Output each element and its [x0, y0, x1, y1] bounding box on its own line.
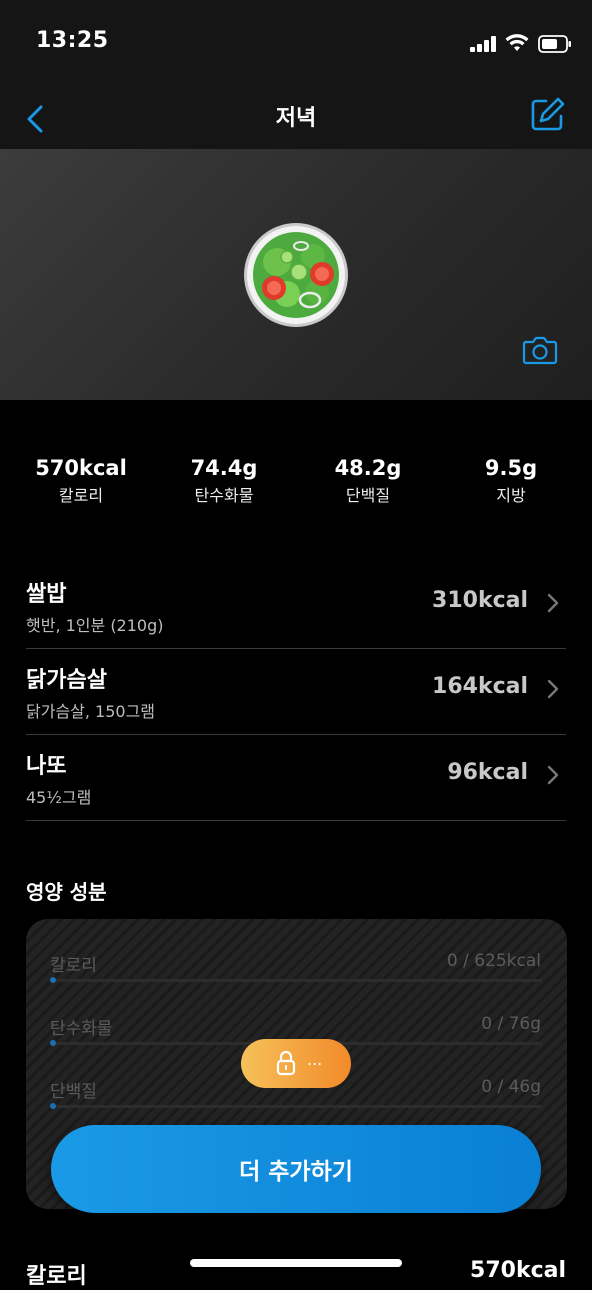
food-row-chicken-breast[interactable]: 닭가슴살 닭가슴살, 150그램 164kcal [26, 648, 566, 735]
status-time: 13:25 [36, 28, 109, 53]
nutrient-label: 단백질 [50, 1082, 97, 1102]
macro-value: 48.2g [334, 456, 402, 480]
wifi-icon [505, 34, 529, 51]
food-row-natto[interactable]: 나또 45½그램 96kcal [26, 734, 566, 821]
nutrient-progress-track [50, 979, 542, 982]
unlock-text: ... [307, 1050, 323, 1069]
food-description: 햇반, 1인분 (210g) [26, 616, 164, 635]
macro-label: 지방 [496, 486, 526, 505]
nutrition-section-title: 영양 성분 [26, 880, 107, 904]
food-calories: 164kcal [432, 674, 528, 699]
nutrient-progress-fill [50, 977, 56, 983]
food-calories: 96kcal [447, 760, 528, 785]
macro-carbs: 74.4g 탄수화물 [154, 456, 294, 506]
macro-value: 9.5g [484, 456, 538, 480]
chevron-right-icon [547, 679, 559, 699]
nutrient-progress-track [50, 1105, 542, 1108]
food-name: 나또 [26, 754, 67, 779]
nutrient-label: 칼로리 [50, 956, 97, 976]
unlock-button[interactable]: ... [241, 1039, 351, 1088]
chevron-right-icon [547, 593, 559, 613]
edit-icon[interactable] [530, 96, 566, 132]
food-row-rice[interactable]: 쌀밥 햇반, 1인분 (210g) 310kcal [26, 562, 566, 649]
nutrient-value: 0 / 46g [481, 1077, 541, 1097]
food-name: 닭가슴살 [26, 668, 107, 693]
food-description: 45½그램 [26, 788, 92, 807]
macro-protein: 48.2g 단백질 [298, 456, 438, 506]
home-indicator[interactable] [190, 1259, 402, 1267]
salad-plate-icon [244, 223, 348, 327]
camera-icon[interactable] [522, 334, 558, 366]
page-title: 저녁 [275, 106, 317, 131]
macro-label: 탄수화물 [194, 486, 254, 505]
food-name: 쌀밥 [26, 582, 67, 607]
add-more-button[interactable]: 더 추가하기 [51, 1125, 541, 1213]
macro-label: 칼로리 [58, 486, 104, 505]
nutrient-progress-fill [50, 1103, 56, 1109]
nutrient-value: 0 / 76g [481, 1014, 541, 1034]
food-calories: 310kcal [432, 588, 528, 613]
macro-value: 74.4g [190, 456, 258, 480]
battery-icon [538, 35, 571, 53]
summary-value: 570kcal [470, 1258, 566, 1283]
nutrient-label: 탄수화물 [50, 1019, 113, 1039]
macro-value: 570kcal [35, 456, 127, 480]
macro-label: 단백질 [345, 486, 391, 505]
cellular-signal-icon [470, 36, 496, 52]
chevron-right-icon [547, 765, 559, 785]
summary-label: 칼로리 [26, 1264, 87, 1289]
nutrient-progress-fill [50, 1040, 56, 1046]
food-description: 닭가슴살, 150그램 [26, 702, 156, 721]
nutrient-value: 0 / 625kcal [446, 951, 541, 971]
unlock-icon [276, 1050, 296, 1076]
macro-fat: 9.5g 지방 [441, 456, 581, 506]
macro-calories: 570kcal 칼로리 [11, 456, 151, 506]
